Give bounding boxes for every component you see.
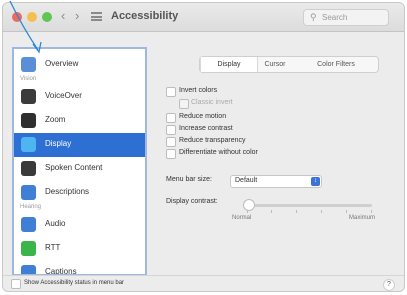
- reduce-transparency-label: Reduce transparency: [179, 137, 246, 144]
- slider-tick: [271, 210, 272, 213]
- sidebar-item-label: RTT: [45, 243, 61, 252]
- sidebar-item-descriptions[interactable]: Descriptions: [14, 181, 145, 205]
- search-icon: ⚲: [310, 12, 317, 22]
- reduce-transparency-checkbox[interactable]: [166, 137, 176, 147]
- sidebar-item-label: Descriptions: [45, 187, 90, 196]
- classic-invert-label: Classic invert: [191, 99, 233, 106]
- slider-min-label: Normal: [232, 215, 252, 221]
- slider-tick: [346, 210, 347, 213]
- rtt-icon: [21, 241, 36, 256]
- annotation-arrow-icon: [9, 0, 42, 54]
- sidebar-item-spoken-content[interactable]: Spoken Content: [14, 157, 145, 181]
- slider-tick: [371, 210, 372, 213]
- window-title: Accessibility: [111, 10, 179, 22]
- differentiate-without-color-label: Differentiate without color: [179, 149, 258, 156]
- show-status-checkbox[interactable]: [11, 279, 21, 289]
- sidebar-item-label: Spoken Content: [45, 163, 103, 172]
- classic-invert-checkbox[interactable]: [179, 99, 189, 109]
- sidebar-item-display[interactable]: Display: [14, 133, 145, 157]
- slider-tick: [247, 210, 248, 213]
- display-contrast-slider-knob[interactable]: [243, 199, 255, 211]
- reduce-motion-checkbox[interactable]: [166, 113, 176, 123]
- invert-colors-checkbox[interactable]: [166, 87, 176, 97]
- sidebar-item-label: Audio: [45, 219, 66, 228]
- tab-cursor[interactable]: Cursor: [256, 57, 294, 72]
- slider-tick: [321, 210, 322, 213]
- chevron-updown-icon: ↕: [311, 177, 320, 186]
- descriptions-icon: [21, 185, 36, 200]
- voiceover-icon: [21, 89, 36, 104]
- search-field[interactable]: ⚲ Search: [303, 9, 389, 26]
- spoken-content-icon: [21, 161, 36, 176]
- tab-color-filters[interactable]: Color Filters: [294, 57, 378, 72]
- sidebar-item-rtt[interactable]: RTT: [14, 237, 145, 261]
- tab-bar: Display Cursor Color Filters: [199, 56, 379, 73]
- title-bar: ‹ › Accessibility ⚲ Search: [3, 3, 404, 32]
- sidebar-item-captions[interactable]: Captions: [14, 261, 145, 274]
- slider-max-label: Maximum: [349, 215, 376, 221]
- search-placeholder: Search: [322, 13, 348, 22]
- help-button[interactable]: ?: [383, 279, 395, 291]
- audio-icon: [21, 217, 36, 232]
- reduce-motion-label: Reduce motion: [179, 113, 227, 120]
- section-header-vision: Vision: [20, 76, 37, 82]
- display-icon: [21, 137, 36, 152]
- menu-bar-size-select[interactable]: Default ↕: [230, 175, 322, 188]
- sidebar-item-label: Overview: [45, 59, 79, 68]
- sidebar-item-voiceover[interactable]: VoiceOver: [14, 85, 145, 109]
- show-status-label: Show Accessibility status in menu bar: [24, 280, 125, 286]
- menu-bar-size-label: Menu bar size:: [166, 176, 212, 183]
- forward-button[interactable]: ›: [75, 9, 79, 23]
- zoom-icon: [21, 113, 36, 128]
- show-all-icon[interactable]: [91, 12, 102, 21]
- sidebar-item-zoom[interactable]: Zoom: [14, 109, 145, 133]
- sidebar-item-label: Display: [45, 139, 72, 148]
- display-contrast-label: Display contrast:: [166, 198, 218, 205]
- display-contrast-slider-track[interactable]: [247, 204, 372, 207]
- differentiate-without-color-checkbox[interactable]: [166, 149, 176, 159]
- tab-display[interactable]: Display: [200, 57, 258, 72]
- increase-contrast-label: Increase contrast: [179, 125, 233, 132]
- invert-colors-label: Invert colors: [179, 87, 218, 94]
- slider-tick: [296, 210, 297, 213]
- sidebar-item-label: Zoom: [45, 115, 66, 124]
- system-preferences-window: ‹ › Accessibility ⚲ Search Overview Visi…: [2, 2, 405, 292]
- sidebar: Overview Vision VoiceOver Zoom Display S…: [12, 47, 147, 276]
- section-header-hearing: Hearing: [20, 204, 42, 210]
- sidebar-item-audio[interactable]: Audio: [14, 213, 145, 237]
- sidebar-item-label: VoiceOver: [45, 91, 82, 100]
- increase-contrast-checkbox[interactable]: [166, 125, 176, 135]
- menu-bar-size-value: Default: [235, 177, 258, 184]
- back-button[interactable]: ‹: [61, 9, 65, 23]
